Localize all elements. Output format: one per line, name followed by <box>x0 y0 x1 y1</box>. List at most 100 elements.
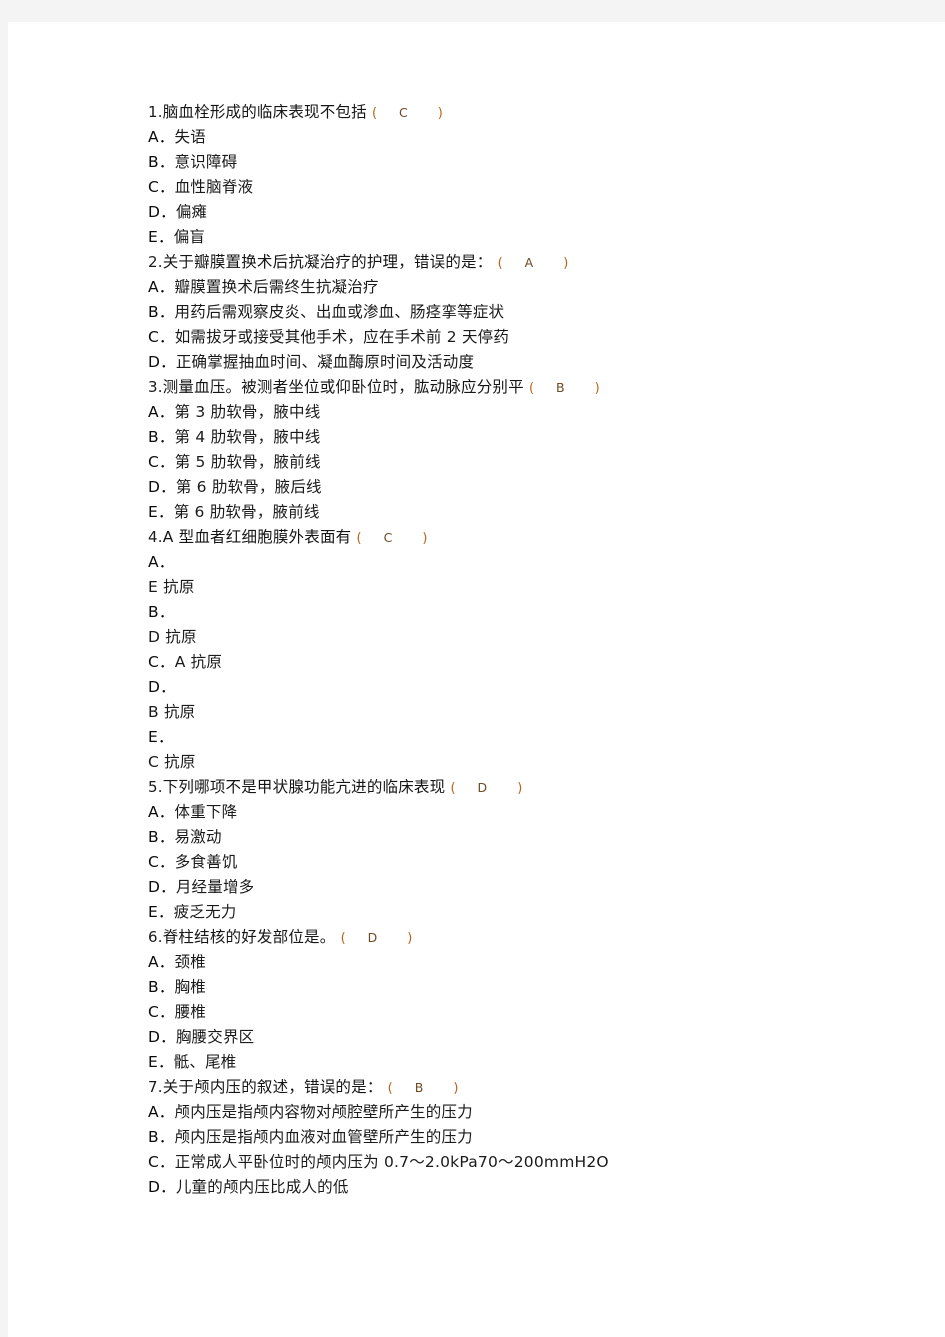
option-text: 正常成人平卧位时的颅内压为 0.7～2.0kPa70～200mmH2O <box>174 1153 609 1171</box>
question-text: 下列哪项不是甲状腺功能亢进的临床表现 <box>162 778 446 796</box>
option-label: B． <box>148 303 175 321</box>
option-text: 第 5 肋软骨，腋前线 <box>174 453 321 471</box>
answer-bracket-close: ) <box>563 256 569 271</box>
option-line: B．易激动 <box>148 825 888 850</box>
question-number: 1. <box>148 103 163 121</box>
question-text: 关于瓣膜置换术后抗凝治疗的护理，错误的是： <box>162 253 493 271</box>
option-label: E． <box>148 728 174 746</box>
option-label: E． <box>148 228 174 246</box>
option-label: E． <box>148 503 174 521</box>
document-page: 1.脑血栓形成的临床表现不包括 (C) A．失语 B．意识障碍 C．血性脑脊液 D．偏瘫… <box>8 22 945 1337</box>
option-text: 月经量增多 <box>175 878 255 896</box>
answer-letter: C <box>383 530 393 545</box>
option-label: A． <box>148 403 175 421</box>
option-line: D．第 6 肋软骨，腋后线 <box>148 475 888 500</box>
option-line: E 抗原 <box>148 575 888 600</box>
answer-bracket-close: ) <box>517 781 523 796</box>
option-text: 意识障碍 <box>174 153 238 171</box>
option-label: E． <box>148 1053 174 1071</box>
option-line: A．失语 <box>148 125 888 150</box>
option-line: D．偏瘫 <box>148 200 888 225</box>
option-text: A 抗原 <box>174 653 223 671</box>
answer-bracket-open: ( <box>497 256 503 271</box>
option-line: C．正常成人平卧位时的颅内压为 0.7～2.0kPa70～200mmH2O <box>148 1150 888 1175</box>
option-line: A．瓣膜置换术后需终生抗凝治疗 <box>148 275 888 300</box>
answer-letter: D <box>367 930 378 945</box>
answer-letter: D <box>477 780 488 795</box>
option-label: C． <box>148 653 175 671</box>
option-label: B． <box>148 428 175 446</box>
option-label: C． <box>148 1003 175 1021</box>
option-text: 第 6 肋软骨，腋后线 <box>175 478 322 496</box>
option-text: 偏盲 <box>173 228 206 246</box>
option-line: B．意识障碍 <box>148 150 888 175</box>
option-line: A．颈椎 <box>148 950 888 975</box>
answer-bracket-close: ) <box>453 1081 459 1096</box>
option-label: B． <box>148 153 175 171</box>
answer-bracket: (B) <box>529 380 600 396</box>
option-label: A． <box>148 1103 175 1121</box>
option-label: D． <box>148 353 176 371</box>
option-label: B． <box>148 978 175 996</box>
option-line: D．正确掌握抽血时间、凝血酶原时间及活动度 <box>148 350 888 375</box>
option-text: 胸腰交界区 <box>175 1028 255 1046</box>
option-line: C．如需拔牙或接受其他手术，应在手术前 2 天停药 <box>148 325 888 350</box>
answer-bracket-open: ( <box>340 931 346 946</box>
option-text: 正确掌握抽血时间、凝血酶原时间及活动度 <box>175 353 475 371</box>
option-text: 瓣膜置换术后需终生抗凝治疗 <box>174 278 379 296</box>
option-line: C 抗原 <box>148 750 888 775</box>
answer-letter: B <box>414 1080 424 1095</box>
answer-bracket: ( D) <box>340 930 413 946</box>
question-stem: 1.脑血栓形成的临床表现不包括 (C) <box>148 100 888 125</box>
question-text: 测量血压。被测者坐位或仰卧位时，肱动脉应分别平 <box>162 378 524 396</box>
option-text: 胸椎 <box>174 978 206 996</box>
question-number: 4. <box>148 528 163 546</box>
option-text: 颈椎 <box>174 953 206 971</box>
option-line: B．胸椎 <box>148 975 888 1000</box>
option-label: D． <box>148 1028 176 1046</box>
option-text: 偏瘫 <box>175 203 208 221</box>
option-label: D． <box>148 678 176 696</box>
option-label: B． <box>148 603 175 621</box>
option-line: C．血性脑脊液 <box>148 175 888 200</box>
question-number: 6. <box>148 928 163 946</box>
option-label: B． <box>148 1128 175 1146</box>
option-label: C． <box>148 328 175 346</box>
option-line: E．偏盲 <box>148 225 888 250</box>
option-text: 颅内压是指颅内容物对颅腔壁所产生的压力 <box>174 1103 473 1121</box>
option-text: 易激动 <box>174 828 222 846</box>
answer-bracket: (C) <box>371 105 443 121</box>
option-label: B． <box>148 828 175 846</box>
option-line: E．第 6 肋软骨，腋前线 <box>148 500 888 525</box>
answer-bracket-open: ( <box>450 781 456 796</box>
question-number: 3. <box>148 378 163 396</box>
option-text: 如需拔牙或接受其他手术，应在手术前 2 天停药 <box>174 328 510 346</box>
answer-letter: C <box>399 105 408 120</box>
answer-bracket: (C) <box>357 530 428 546</box>
option-text: 失语 <box>174 128 206 146</box>
answer-bracket-close: ) <box>594 381 600 396</box>
option-label: A． <box>148 553 175 571</box>
option-line: C．第 5 肋软骨，腋前线 <box>148 450 888 475</box>
answer-bracket-open: ( <box>371 106 378 121</box>
option-label: E． <box>148 903 174 921</box>
option-text: 第 4 肋软骨，腋中线 <box>174 428 321 446</box>
option-line: B 抗原 <box>148 700 888 725</box>
question-stem: 2.关于瓣膜置换术后抗凝治疗的护理，错误的是： (A) <box>148 250 888 275</box>
option-line: A．颅内压是指颅内容物对颅腔壁所产生的压力 <box>148 1100 888 1125</box>
answer-letter: A <box>524 255 534 270</box>
option-line: B． <box>148 600 888 625</box>
question-stem: 4.A 型血者红细胞膜外表面有 (C) <box>148 525 888 550</box>
answer-bracket-close: ) <box>407 931 413 946</box>
question-text: 脊柱结核的好发部位是。 <box>162 928 336 946</box>
option-line: B．第 4 肋软骨，腋中线 <box>148 425 888 450</box>
option-text: 第 6 肋软骨，腋前线 <box>173 503 320 521</box>
question-list: 1.脑血栓形成的临床表现不包括 (C) A．失语 B．意识障碍 C．血性脑脊液 D．偏瘫… <box>148 100 888 1200</box>
option-line: D．胸腰交界区 <box>148 1025 888 1050</box>
option-text: B 抗原 <box>148 703 196 721</box>
option-text: 腰椎 <box>174 1003 207 1021</box>
option-label: A． <box>148 278 175 296</box>
option-text: 用药后需观察皮炎、出血或渗血、肠痉挛等症状 <box>174 303 505 321</box>
option-line: A． <box>148 550 888 575</box>
answer-bracket-close: ) <box>422 531 428 546</box>
